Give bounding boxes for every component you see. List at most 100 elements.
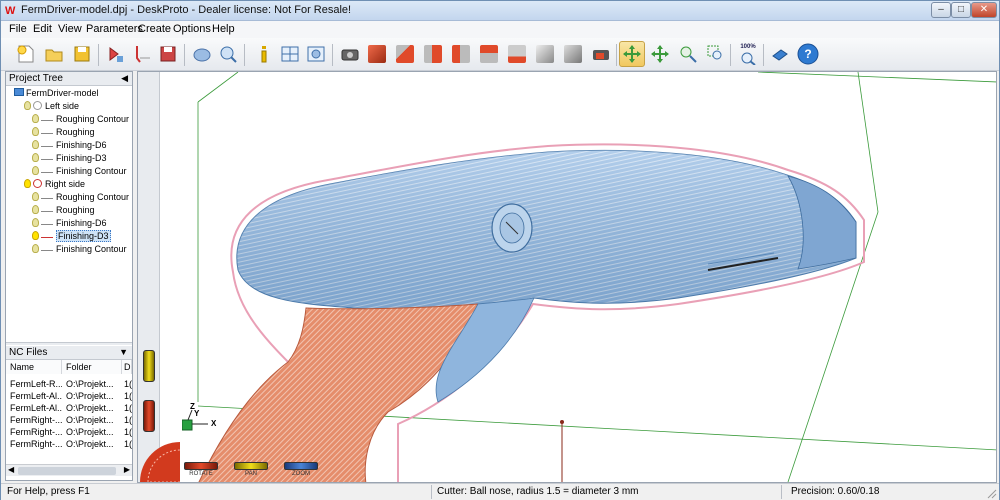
tree-operation-selected[interactable]: Finishing-D3 <box>32 230 111 243</box>
resize-grip-icon[interactable] <box>985 487 997 499</box>
menu-create[interactable]: Create <box>138 23 171 35</box>
nc-cell-name[interactable]: FermLeft-Al... <box>10 390 62 402</box>
bulb-icon[interactable] <box>32 205 39 214</box>
tree-operation[interactable]: Finishing Contour <box>32 243 127 256</box>
view-iso-icon[interactable] <box>532 41 558 67</box>
nc-cell-folder: O:\Projekt... <box>66 439 114 449</box>
zoom-wheel[interactable] <box>284 462 318 470</box>
tree-part-right[interactable]: Right side <box>24 178 85 191</box>
save-icon[interactable] <box>69 41 95 67</box>
zoom-window-icon[interactable] <box>703 41 729 67</box>
bulb-icon[interactable] <box>32 127 39 136</box>
nc-cell-name[interactable]: FermLeft-R... <box>10 378 62 390</box>
layout-icon[interactable] <box>277 41 303 67</box>
view-left-icon[interactable] <box>448 41 474 67</box>
collapse-left-icon[interactable]: ◀ <box>121 72 128 85</box>
tree-operation[interactable]: Finishing-D6 <box>32 139 107 152</box>
bulb-icon[interactable] <box>32 218 39 227</box>
project-icon <box>14 88 24 96</box>
nc-cell-folder: O:\Projekt... <box>66 403 114 413</box>
bulb-icon[interactable] <box>32 192 39 201</box>
column-header-date[interactable]: D <box>122 360 132 374</box>
3d-viewport[interactable]: Z Y X ROTATE PAN ZOOM <box>137 71 997 483</box>
column-header-folder[interactable]: Folder <box>62 360 122 374</box>
view-front-icon[interactable] <box>392 41 418 67</box>
nc-cell-name[interactable]: FermRight-... <box>10 426 62 438</box>
zoom-mode-icon[interactable] <box>675 41 701 67</box>
column-header-name[interactable]: Name <box>6 360 62 374</box>
camera-icon[interactable] <box>337 41 363 67</box>
tree-operation[interactable]: Roughing <box>32 126 95 139</box>
status-divider <box>431 485 432 499</box>
rotate-dial[interactable] <box>143 400 155 432</box>
tree-operation[interactable]: Finishing-D6 <box>32 217 107 230</box>
part-import-icon[interactable] <box>103 41 129 67</box>
tree-root[interactable]: FermDriver-model <box>14 87 99 100</box>
view-top-icon[interactable] <box>364 41 390 67</box>
view-wireframe-icon[interactable] <box>560 41 586 67</box>
rotate-wheel[interactable] <box>184 462 218 470</box>
bulb-icon[interactable] <box>32 114 39 123</box>
calculate-toolpath-icon[interactable] <box>129 41 155 67</box>
view-right-icon[interactable] <box>420 41 446 67</box>
pan-wheel[interactable] <box>234 462 268 470</box>
model-render[interactable] <box>138 72 997 483</box>
nc-cell-name[interactable]: FermRight-... <box>10 438 62 450</box>
status-precision: Precision: 0.60/0.18 <box>791 486 880 497</box>
scroll-right-icon[interactable]: ▶ <box>124 465 130 474</box>
zoom-view-icon[interactable] <box>215 41 241 67</box>
deskproto-logo-icon: W <box>5 5 16 17</box>
tree-operation[interactable]: Roughing <box>32 204 95 217</box>
menu-help[interactable]: Help <box>212 23 235 35</box>
tree-operation[interactable]: Finishing-D3 <box>32 152 107 165</box>
tree-operation[interactable]: Roughing Contour <box>32 191 129 204</box>
tree-part-left[interactable]: Left side <box>24 100 79 113</box>
tree-operation[interactable]: Roughing Contour <box>32 113 129 126</box>
rotate-mode-icon[interactable] <box>619 41 645 67</box>
bulb-icon[interactable] <box>24 101 31 110</box>
nc-cell-name[interactable]: FermRight-... <box>10 414 62 426</box>
menu-options[interactable]: Options <box>173 23 211 35</box>
render-icon[interactable] <box>588 41 614 67</box>
bulb-icon[interactable] <box>32 140 39 149</box>
bulb-icon[interactable] <box>32 231 39 240</box>
zoom-100-icon[interactable]: 100% <box>735 41 761 67</box>
bulb-icon[interactable] <box>32 153 39 162</box>
bulb-icon[interactable] <box>32 166 39 175</box>
save-nc-icon[interactable] <box>155 41 181 67</box>
menu-view[interactable]: View <box>58 23 82 35</box>
app-window: W FermDriver-model.dpj - DeskProto - Dea… <box>0 0 1000 500</box>
menu-file[interactable]: File <box>9 23 27 35</box>
nc-cell-date: 1( <box>124 439 132 449</box>
toolbar-separator <box>98 44 99 66</box>
help-icon[interactable]: ? <box>795 41 821 67</box>
title-bar[interactable]: W FermDriver-model.dpj - DeskProto - Dea… <box>1 1 999 21</box>
nc-cell-name[interactable]: FermLeft-Al... <box>10 402 62 414</box>
preview-icon[interactable] <box>303 41 329 67</box>
menu-edit[interactable]: Edit <box>33 23 52 35</box>
open-folder-icon[interactable] <box>41 41 67 67</box>
panel-splitter[interactable] <box>6 342 132 345</box>
library-icon[interactable] <box>767 41 793 67</box>
toolbar-separator <box>763 44 764 66</box>
close-button[interactable]: ✕ <box>971 2 997 18</box>
navigation-panel <box>138 72 160 482</box>
pan-mode-icon[interactable] <box>647 41 673 67</box>
nc-files-menu-icon[interactable]: ▼ <box>119 346 128 359</box>
bulb-icon[interactable] <box>32 244 39 253</box>
new-file-icon[interactable] <box>13 41 39 67</box>
minimize-button[interactable]: – <box>931 2 951 18</box>
maximize-button[interactable]: □ <box>951 2 971 18</box>
nc-files-scrollbar[interactable]: ◀ ▶ <box>6 464 132 476</box>
bulb-icon[interactable] <box>24 179 31 188</box>
tree-operation[interactable]: Finishing Contour <box>32 165 127 178</box>
scroll-left-icon[interactable]: ◀ <box>8 465 14 474</box>
status-divider <box>781 485 782 499</box>
view-bottom-icon[interactable] <box>504 41 530 67</box>
info-icon[interactable] <box>251 41 277 67</box>
view-back-icon[interactable] <box>476 41 502 67</box>
menu-parameters[interactable]: Parameters <box>86 23 143 35</box>
pan-dial[interactable] <box>143 350 155 382</box>
scrollbar-thumb[interactable] <box>18 467 116 475</box>
shaded-view-icon[interactable] <box>189 41 215 67</box>
